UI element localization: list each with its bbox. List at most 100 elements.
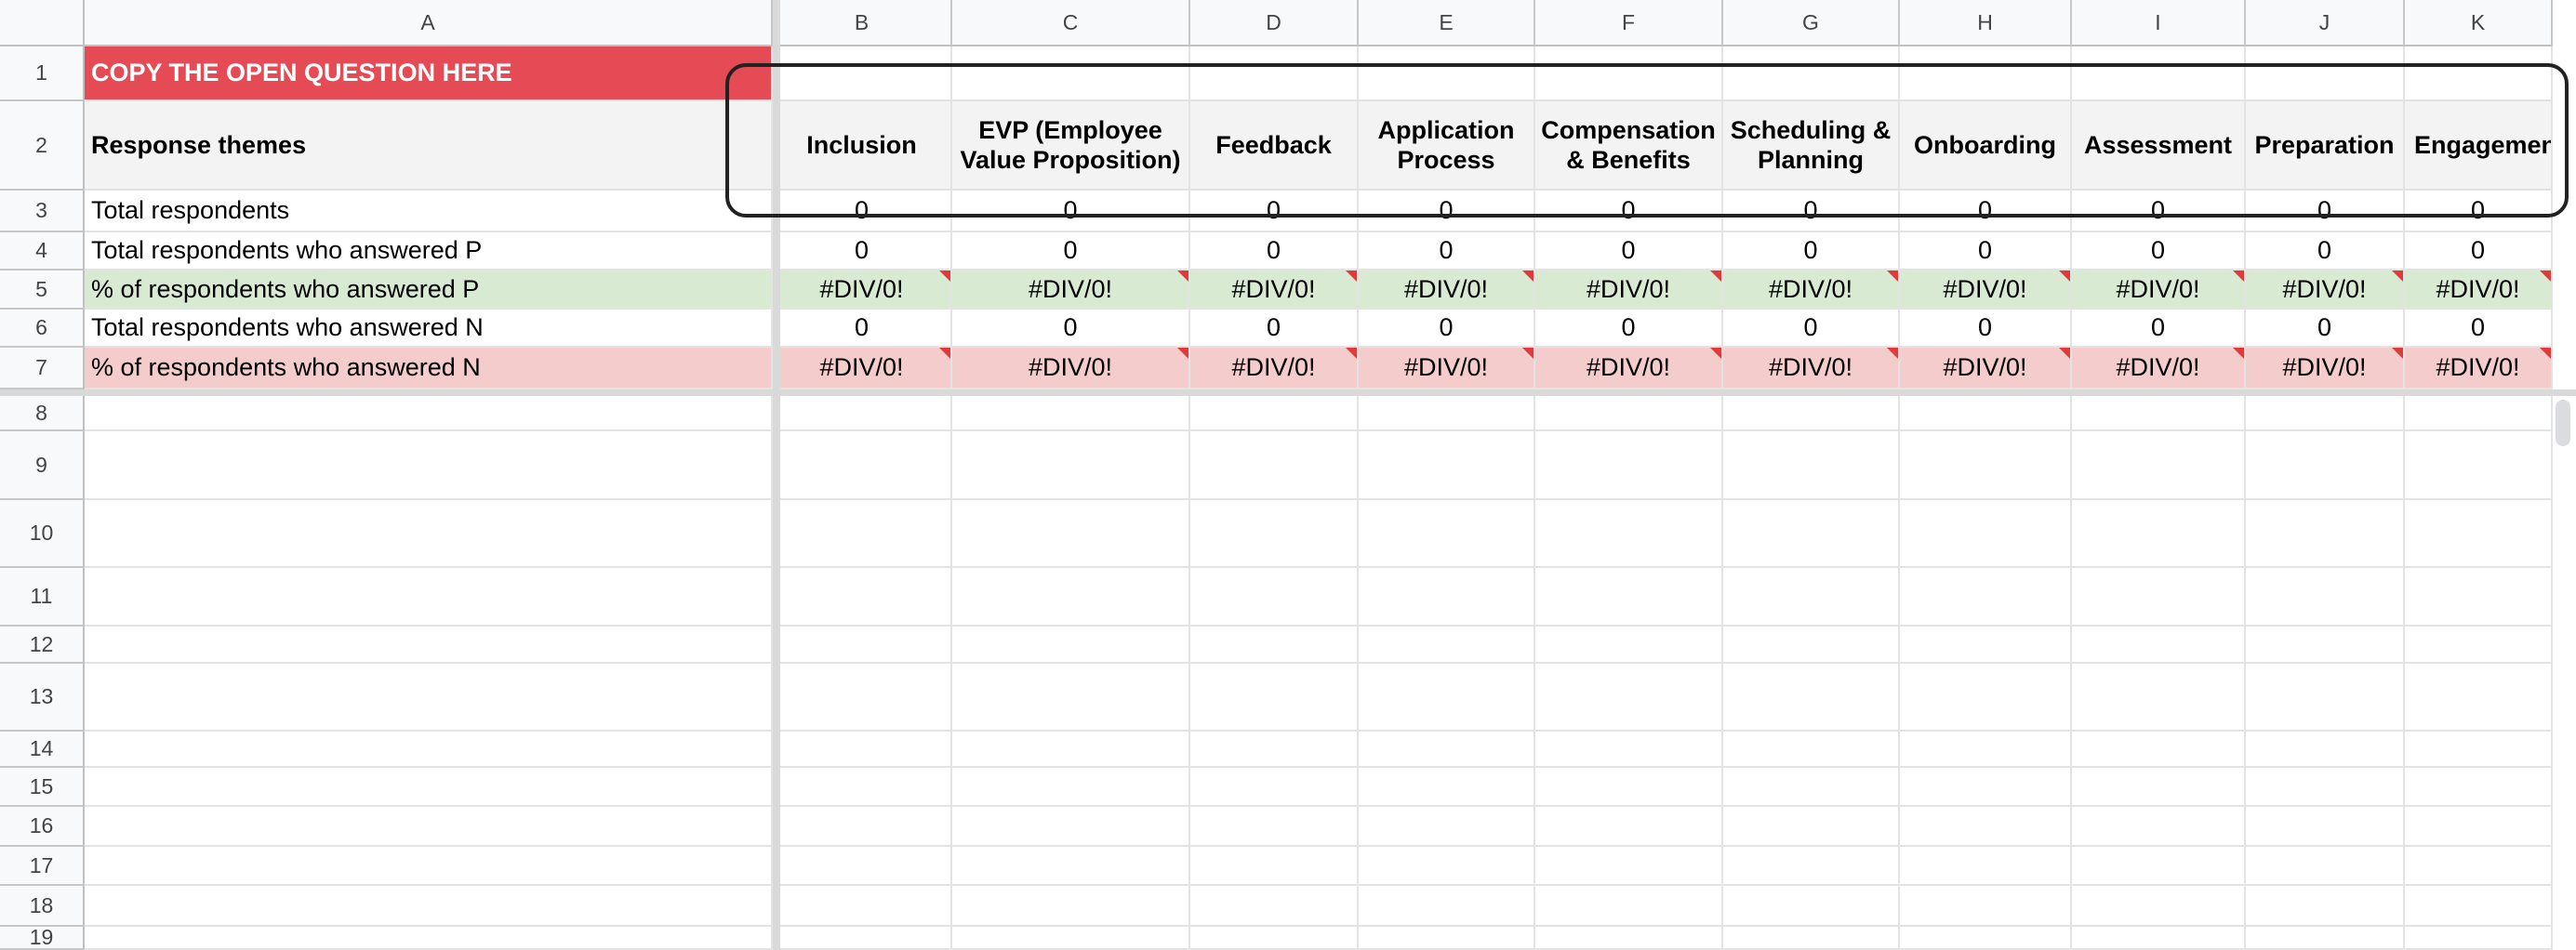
empty-cell[interactable] [1723,886,1900,927]
pct-answered-p-value-g[interactable]: #DIV/0! [1723,270,1900,310]
empty-cell[interactable] [2246,568,2405,627]
row-header-14[interactable]: 14 [0,732,85,768]
pct-answered-p-value-c[interactable]: #DIV/0! [952,270,1190,310]
column-header-f[interactable]: F [1535,0,1723,46]
empty-cell[interactable] [85,664,773,732]
empty-cell[interactable] [952,500,1190,568]
empty-cell[interactable] [1190,768,1359,807]
row-header-13[interactable]: 13 [0,664,85,732]
empty-cell[interactable] [2072,768,2246,807]
empty-cell[interactable] [1723,664,1900,732]
empty-cell[interactable] [952,568,1190,627]
column-header-c[interactable]: C [952,0,1190,46]
empty-cell[interactable] [2246,627,2405,664]
empty-cell[interactable] [85,927,773,950]
empty-cell[interactable] [952,664,1190,732]
empty-cell[interactable] [1535,627,1723,664]
total-respondents-value-b[interactable]: 0 [773,191,952,232]
cell-f1[interactable] [1535,46,1723,101]
row-header-10[interactable]: 10 [0,500,85,568]
total-answered-n-value-c[interactable]: 0 [952,310,1190,348]
total-respondents-value-h[interactable]: 0 [1900,191,2072,232]
empty-cell[interactable] [2246,886,2405,927]
cell-d1[interactable] [1190,46,1359,101]
total-respondents-value-e[interactable]: 0 [1359,191,1535,232]
empty-cell[interactable] [1900,807,2072,847]
empty-cell[interactable] [1900,500,2072,568]
empty-cell[interactable] [1723,431,1900,500]
empty-cell[interactable] [2405,568,2553,627]
empty-cell[interactable] [773,500,952,568]
total-respondents-value-c[interactable]: 0 [952,191,1190,232]
pct-answered-n-value-c[interactable]: #DIV/0! [952,348,1190,389]
pct-answered-p-label[interactable]: % of respondents who answered P [85,270,773,310]
empty-cell[interactable] [773,807,952,847]
row-header-9[interactable]: 9 [0,431,85,500]
empty-cell[interactable] [2072,396,2246,431]
row-header-12[interactable]: 12 [0,627,85,664]
column-header-a[interactable]: A [85,0,773,46]
empty-cell[interactable] [1190,396,1359,431]
theme-header-h[interactable]: Onboarding [1900,101,2072,191]
row-header-18[interactable]: 18 [0,886,85,927]
empty-cell[interactable] [1900,664,2072,732]
cell-e1[interactable] [1359,46,1535,101]
empty-cell[interactable] [2246,396,2405,431]
empty-cell[interactable] [1190,732,1359,768]
empty-cell[interactable] [1190,807,1359,847]
theme-header-b[interactable]: Inclusion [773,101,952,191]
empty-cell[interactable] [2405,500,2553,568]
empty-cell[interactable] [85,886,773,927]
pct-answered-n-value-e[interactable]: #DIV/0! [1359,348,1535,389]
empty-cell[interactable] [2072,807,2246,847]
empty-cell[interactable] [1723,927,1900,950]
empty-cell[interactable] [952,807,1190,847]
empty-cell[interactable] [1359,568,1535,627]
empty-cell[interactable] [952,627,1190,664]
empty-cell[interactable] [2246,847,2405,886]
theme-header-j[interactable]: Preparation [2246,101,2405,191]
open-question-cell[interactable]: COPY THE OPEN QUESTION HERE [85,46,773,101]
empty-cell[interactable] [1359,847,1535,886]
scrollbar-thumb[interactable] [2556,400,2570,446]
empty-cell[interactable] [1190,927,1359,950]
empty-cell[interactable] [2405,886,2553,927]
row-header-8[interactable]: 8 [0,396,85,431]
theme-header-f[interactable]: Compensation & Benefits [1535,101,1723,191]
total-answered-n-value-f[interactable]: 0 [1535,310,1723,348]
empty-cell[interactable] [1535,396,1723,431]
total-answered-p-value-j[interactable]: 0 [2246,232,2405,270]
empty-cell[interactable] [2072,732,2246,768]
row-header-1[interactable]: 1 [0,46,85,101]
empty-cell[interactable] [2246,807,2405,847]
empty-cell[interactable] [952,886,1190,927]
pct-answered-p-value-e[interactable]: #DIV/0! [1359,270,1535,310]
empty-cell[interactable] [85,568,773,627]
cell-g1[interactable] [1723,46,1900,101]
theme-header-d[interactable]: Feedback [1190,101,1359,191]
empty-cell[interactable] [773,568,952,627]
row-header-4[interactable]: 4 [0,232,85,270]
empty-cell[interactable] [2246,927,2405,950]
empty-cell[interactable] [2405,732,2553,768]
row-header-11[interactable]: 11 [0,568,85,627]
pct-answered-p-value-i[interactable]: #DIV/0! [2072,270,2246,310]
empty-cell[interactable] [773,431,952,500]
empty-cell[interactable] [1359,500,1535,568]
empty-cell[interactable] [2405,768,2553,807]
empty-cell[interactable] [85,847,773,886]
empty-cell[interactable] [1535,664,1723,732]
empty-cell[interactable] [1190,886,1359,927]
response-themes-label[interactable]: Response themes [85,101,773,191]
empty-cell[interactable] [1190,500,1359,568]
empty-cell[interactable] [2072,847,2246,886]
empty-cell[interactable] [1359,431,1535,500]
empty-cell[interactable] [2405,664,2553,732]
empty-cell[interactable] [2246,732,2405,768]
cell-h1[interactable] [1900,46,2072,101]
total-answered-p-value-b[interactable]: 0 [773,232,952,270]
empty-cell[interactable] [85,732,773,768]
empty-cell[interactable] [1723,807,1900,847]
pct-answered-p-value-f[interactable]: #DIV/0! [1535,270,1723,310]
pct-answered-p-value-d[interactable]: #DIV/0! [1190,270,1359,310]
